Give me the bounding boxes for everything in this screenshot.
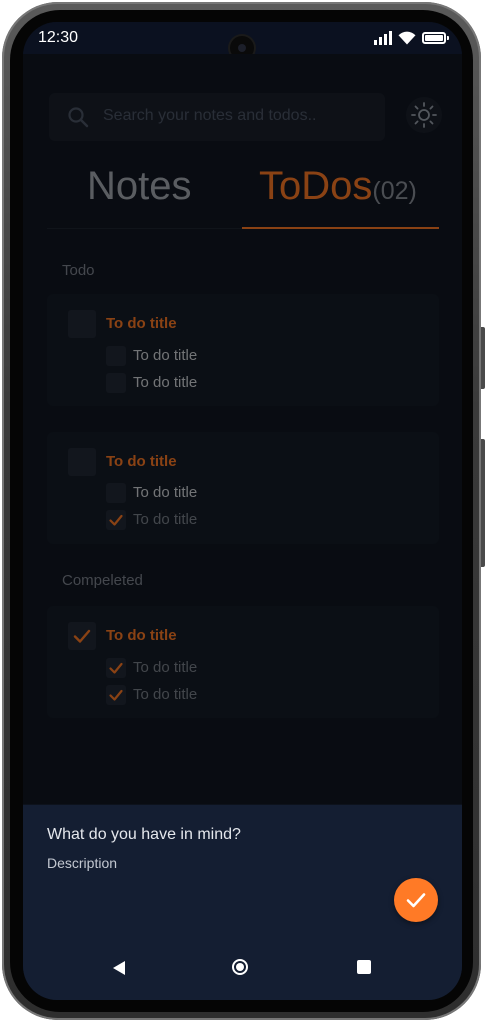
app-content: Search your notes and todos.. Notes ToDo… (23, 54, 462, 804)
status-icons (374, 30, 449, 46)
submit-button[interactable] (394, 878, 438, 922)
screen: 12:30 Search your notes and todos.. Note… (23, 22, 462, 1000)
phone-frame: 12:30 Search your notes and todos.. Note… (2, 2, 485, 1020)
wifi-icon (398, 31, 416, 45)
power-button (481, 327, 485, 389)
navigation-bar (23, 949, 462, 989)
home-icon[interactable] (232, 959, 248, 975)
new-note-sheet: What do you have in mind? Description (23, 805, 462, 1000)
battery-icon (422, 32, 449, 44)
recents-icon[interactable] (357, 960, 371, 974)
back-icon[interactable] (111, 960, 127, 976)
title-input[interactable]: What do you have in mind? (47, 826, 241, 844)
description-input[interactable]: Description (47, 855, 117, 871)
status-time: 12:30 (38, 29, 79, 46)
signal-icon (374, 31, 392, 45)
check-icon (406, 893, 426, 908)
volume-button (481, 439, 485, 567)
status-bar: 12:30 (23, 22, 462, 60)
modal-scrim[interactable] (23, 54, 462, 804)
